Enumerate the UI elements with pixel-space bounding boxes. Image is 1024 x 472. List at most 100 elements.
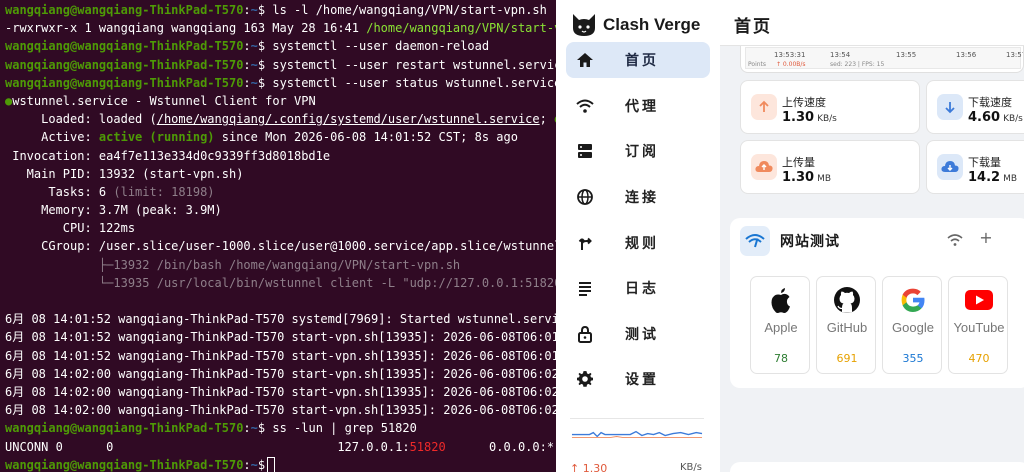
download-speed-value: 4.60 KB/s — [968, 110, 1023, 125]
unit-file-link[interactable]: /home/wangqiang/.config/systemd/user/wst… — [157, 112, 540, 126]
upload-total-value: 1.30 MB — [782, 170, 831, 185]
loaded-pre: loaded ( — [98, 112, 157, 127]
app-title: Clash Verge — [603, 15, 701, 34]
wifi-test-icon[interactable] — [946, 231, 964, 249]
sidebar-item-connections[interactable]: 连接 — [566, 179, 710, 215]
terminal-cursor[interactable] — [267, 457, 276, 472]
upload-speed-card: 上传速度 1.30 KB/s — [740, 80, 920, 134]
fork-icon — [578, 237, 592, 250]
language-icon — [577, 189, 593, 205]
sidebar-item-subscription[interactable]: 订阅 — [566, 133, 710, 169]
site-tile-google[interactable]: Google 355 — [882, 276, 942, 374]
prompt-dollar: $ — [257, 457, 266, 472]
download-speed-label: 下载速度 — [968, 96, 1012, 109]
prompt-path: ~ — [250, 457, 258, 472]
site-tile-youtube[interactable]: YouTube 470 — [948, 276, 1008, 374]
active-label: Active: — [5, 130, 99, 145]
mini-upload-unit: KB/s — [680, 462, 702, 472]
prompt-user: wangqiang@wangqiang-ThinkPad-T570 — [5, 75, 244, 90]
gear-icon — [577, 371, 593, 387]
page-title: 首页 — [734, 17, 772, 37]
upload-speed-number: 1.30 — [782, 110, 815, 125]
prompt-path: ~ — [250, 57, 258, 72]
terminal-line: ●wstunnel.service - Wstunnel Client for … — [5, 92, 556, 110]
prompt-sep: : — [243, 75, 251, 90]
prompt-path: ~ — [250, 75, 258, 90]
prompt-path: ~ — [250, 39, 258, 54]
download-total-card: 下载量 14.2 MB — [926, 140, 1024, 194]
sidebar-item-logs[interactable]: 日志 — [566, 270, 710, 306]
github-icon — [832, 285, 862, 315]
active-since: since Mon 2026-06-08 14:01:52 CST; 8s ag… — [214, 130, 518, 145]
sidebar-item-label: 设置 — [625, 372, 659, 388]
terminal-line: Loaded: loaded (/home/wangqiang/.config/… — [5, 110, 556, 128]
upload-total-label: 上传量 — [782, 156, 815, 169]
terminal-line: -rwxrwxr-x 1 wangqiang wangqiang 163 May… — [5, 19, 556, 37]
site-tile-apple[interactable]: Apple 78 — [750, 276, 810, 374]
terminal-line: Main PID: 13932 (start-vpn.sh) — [5, 166, 244, 181]
page-header: 首页 — [720, 0, 1024, 46]
sidebar-item-rules[interactable]: 规则 — [566, 225, 710, 261]
site-tile-github[interactable]: GitHub 691 — [816, 276, 876, 374]
download-speed-card: 下载速度 4.60 KB/s — [926, 80, 1024, 134]
download-total-unit: MB — [1003, 174, 1018, 184]
site-latency: 78 — [774, 352, 788, 365]
terminal-line: wangqiang@wangqiang-ThinkPad-T570:~$ ss … — [5, 419, 556, 437]
terminal-line: Memory: 3.7M (peak: 3.9M) — [5, 203, 222, 218]
loaded-mid: ; — [539, 112, 555, 127]
lock-icon — [578, 325, 592, 343]
apple-icon — [766, 285, 796, 315]
download-total-number: 14.2 — [968, 170, 1001, 185]
prompt-sep: : — [243, 421, 251, 436]
add-site-button[interactable]: + — [977, 229, 995, 247]
download-total-icon-box — [937, 154, 963, 180]
sidebar-item-label: 日志 — [625, 281, 659, 297]
command-text: ls -l /home/wangqiang/VPN/start-vpn.sh — [265, 3, 547, 17]
log-line: 6月 08 14:01:52 wangqiang-ThinkPad-T570 s… — [5, 330, 556, 345]
sidebar-item-label: 订阅 — [625, 144, 659, 160]
prompt-path: ~ — [250, 3, 258, 17]
upload-speed-label: 上传速度 — [782, 96, 826, 109]
site-test-header-icon-box — [740, 226, 770, 256]
sidebar-item-home[interactable]: 首页 — [566, 42, 710, 78]
main-content: 13:53:31 13:54 13:55 13:56 13:57 Points … — [720, 0, 1024, 472]
prompt-user: wangqiang@wangqiang-ThinkPad-T570 — [5, 457, 244, 472]
upload-total-unit: MB — [817, 174, 832, 184]
arrow-down-icon — [945, 102, 955, 114]
sidebar-item-test[interactable]: 测试 — [566, 316, 710, 352]
terminal-line: ├─13932 /bin/bash /home/wangqiang/VPN/st… — [5, 257, 461, 272]
prompt-path: ~ — [250, 421, 258, 436]
upload-icon-box — [751, 94, 777, 120]
log-line: 6月 08 14:02:00 wangqiang-ThinkPad-T570 s… — [5, 403, 556, 418]
cloud-download-icon — [941, 161, 959, 172]
prompt-sep: : — [243, 457, 251, 472]
command-text: systemctl --user status wstunnel.service — [265, 75, 556, 90]
chart-time-label: 13:55 — [896, 51, 917, 59]
terminal-window[interactable]: wangqiang@wangqiang-ThinkPad-T570:~$ ls … — [0, 0, 556, 472]
active-state: active (running) — [98, 130, 215, 145]
sidebar-item-settings[interactable]: 设置 — [566, 361, 710, 397]
prompt-user: wangqiang@wangqiang-ThinkPad-T570 — [5, 421, 244, 436]
prompt-sep: : — [243, 57, 251, 72]
upload-speed-value: 1.30 KB/s — [782, 110, 837, 125]
chart-time-label: 13:56 — [956, 51, 977, 59]
chart-points-label: Points — [748, 61, 767, 68]
list-icon — [579, 282, 591, 296]
ss-output-pre: UNCONN 0 0 127.0.0.1: — [5, 439, 410, 454]
upload-total-icon-box — [751, 154, 777, 180]
chart-time-label: 13:57 — [1006, 51, 1023, 59]
site-latency: 691 — [836, 352, 858, 365]
log-line: 6月 08 14:01:52 wangqiang-ThinkPad-T570 s… — [5, 348, 556, 363]
terminal-line[interactable]: wangqiang@wangqiang-ThinkPad-T570:~$ — [5, 456, 556, 472]
sidebar-item-label: 测试 — [625, 327, 659, 343]
sidebar-item-proxy[interactable]: 代理 — [566, 88, 710, 124]
site-name: YouTube — [953, 320, 1005, 335]
terminal-line: wangqiang@wangqiang-ThinkPad-T570:~$ sys… — [5, 37, 556, 55]
traffic-sparkline — [570, 418, 704, 438]
download-speed-unit: KB/s — [1003, 114, 1023, 124]
log-line: 6月 08 14:01:52 wangqiang-ThinkPad-T570 s… — [5, 312, 556, 327]
sidebar-item-label: 连接 — [625, 190, 659, 206]
terminal-line: UNCONN 0 0 127.0.0.1:51820 0.0.0.0:* — [5, 438, 556, 456]
prompt-user: wangqiang@wangqiang-ThinkPad-T570 — [5, 3, 244, 17]
